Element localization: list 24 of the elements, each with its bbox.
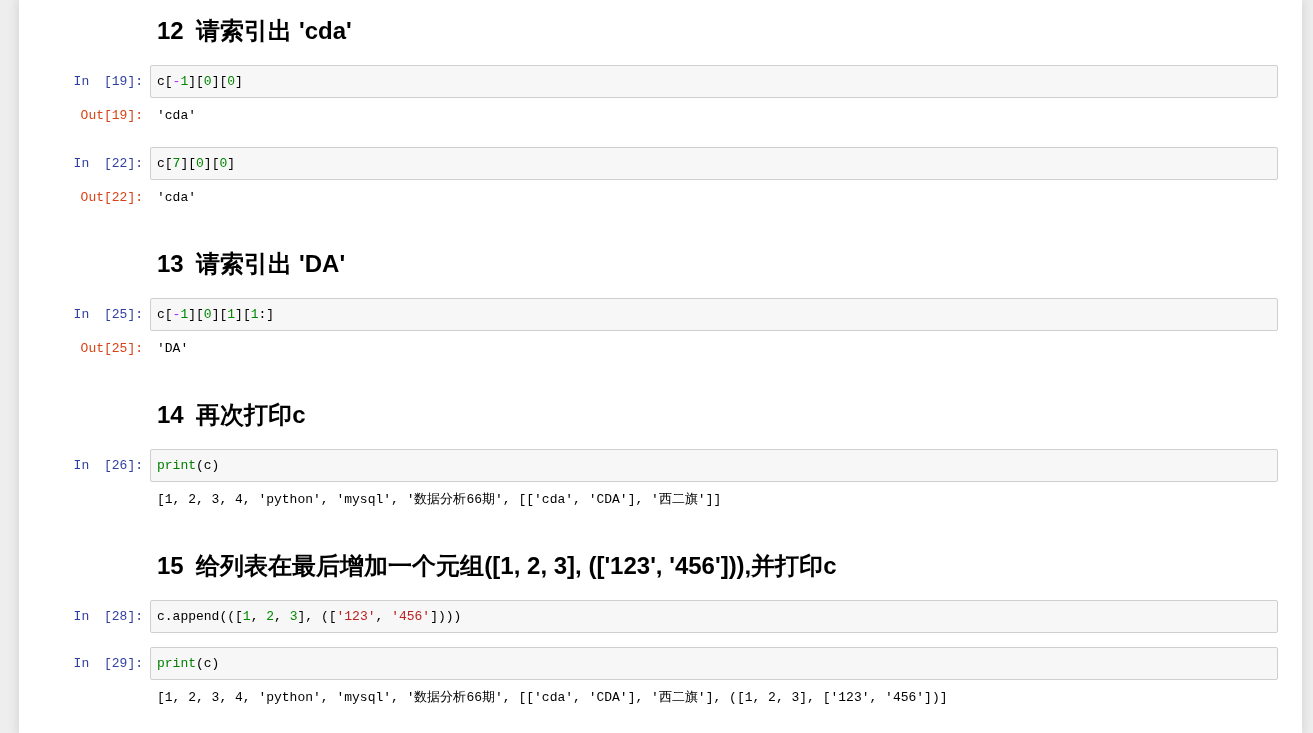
input-prompt: In [19]: [73, 73, 143, 90]
input-prompt: In [22]: [73, 155, 143, 172]
input-prompt: In [29]: [73, 655, 143, 672]
input-prompt: In [26]: [73, 457, 143, 474]
stdout-text: [1, 2, 3, 4, 'python', 'mysql', '数据分析66期', [['cda', 'CDA'], '西二旗']] [156, 491, 722, 508]
output-prompt: Out[25]: [80, 340, 143, 357]
output-text: 'DA' [156, 340, 189, 357]
code-input[interactable]: c.append(([1, 2, 3], (['123', '456']))) [150, 600, 1278, 633]
output-prompt: Out[19]: [80, 107, 143, 124]
section-heading: 14 再次打印c [156, 400, 306, 430]
code-input[interactable]: c[7][0][0] [150, 147, 1278, 180]
code-input[interactable]: c[-1][0][0] [150, 65, 1278, 98]
section-heading: 13 请索引出 'DA' [156, 249, 346, 279]
output-text: 'cda' [156, 189, 196, 206]
input-prompt: In [28]: [73, 608, 143, 625]
stdout-text: [1, 2, 3, 4, 'python', 'mysql', '数据分析66期', [['cda', 'CDA'], '西二旗'], ([1, 2, 3], ['123', '456'])] [156, 689, 948, 706]
code-input[interactable]: c[-1][0][1][1:] [150, 298, 1278, 331]
output-text: 'cda' [156, 107, 196, 124]
input-prompt: In [25]: [73, 306, 143, 323]
section-heading: 12 请索引出 'cda' [156, 16, 352, 46]
code-input[interactable]: print(c) [150, 449, 1278, 482]
output-prompt: Out[22]: [80, 189, 143, 206]
code-input[interactable]: print(c) [150, 647, 1278, 680]
section-heading: 15 给列表在最后增加一个元组([1, 2, 3], (['123', '456'])),并打印c [156, 551, 837, 581]
